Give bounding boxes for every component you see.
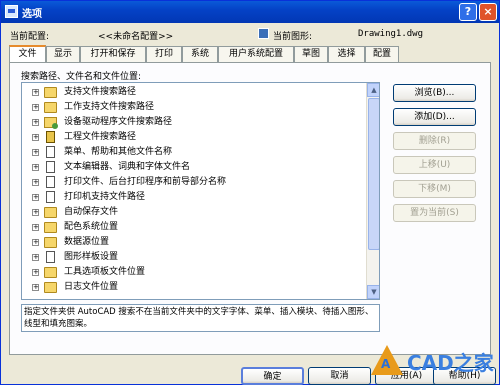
book-icon — [46, 131, 55, 143]
expand-icon[interactable]: + — [32, 104, 39, 111]
remove-button[interactable]: 删除(R) — [393, 132, 476, 150]
document-icon — [46, 191, 55, 203]
document-icon — [46, 251, 55, 263]
section-label: 搜索路径、文件名和文件位置: — [21, 72, 142, 82]
tree-item[interactable]: + 日志文件位置 — [22, 280, 367, 295]
scroll-down-icon[interactable]: ▼ — [367, 285, 379, 299]
expand-icon[interactable]: + — [32, 164, 39, 171]
tree-item[interactable]: + 菜单、帮助和其他文件名称 — [22, 145, 367, 160]
tree-item[interactable]: + 工程文件搜索路径 — [22, 130, 367, 145]
tab-drafting[interactable]: 草图 — [294, 46, 328, 62]
watermark-text: CAD之家 — [407, 351, 494, 375]
browse-button[interactable]: 浏览(B)... — [393, 84, 476, 102]
expand-icon[interactable]: + — [32, 284, 39, 291]
folder-icon — [44, 282, 57, 293]
expand-icon[interactable]: + — [32, 239, 39, 246]
tree-item[interactable]: + 支持文件搜索路径 — [22, 85, 367, 100]
folder-icon — [44, 237, 57, 248]
expand-icon[interactable]: + — [32, 89, 39, 96]
folder-icon — [44, 267, 57, 278]
title-bar[interactable]: 选项 ? × — [1, 1, 499, 23]
current-drawing-value: Drawing1.dwg — [358, 29, 424, 39]
add-button[interactable]: 添加(D)... — [393, 108, 476, 126]
document-icon — [46, 161, 55, 173]
tab-selection[interactable]: 选择 — [328, 46, 365, 62]
help-title-button[interactable]: ? — [459, 3, 477, 21]
tree-item[interactable]: + 文本编辑器、词典和字体文件名 — [22, 160, 367, 175]
current-drawing-label: 当前图形: — [273, 32, 313, 42]
tree-item[interactable]: + 设备驱动程序文件搜索路径 — [22, 115, 367, 130]
tree-item[interactable]: + 打印文件、后台打印程序和前导部分名称 — [22, 175, 367, 190]
tab-open-save[interactable]: 打开和保存 — [80, 46, 146, 62]
expand-icon[interactable]: + — [32, 149, 39, 156]
current-profile-value: <<未命名配置>> — [98, 32, 174, 42]
tree-item[interactable]: + 自动保存文件 — [22, 205, 367, 220]
tab-system[interactable]: 系统 — [182, 46, 218, 62]
folder-icon — [44, 207, 57, 218]
close-button[interactable]: × — [479, 3, 497, 21]
expand-icon[interactable]: + — [32, 179, 39, 186]
options-dialog: 选项 ? × 当前配置: <<未命名配置>> 当前图形: Drawing1.dw… — [0, 0, 500, 385]
expand-icon[interactable]: + — [32, 119, 39, 126]
tree-item[interactable]: + 图形样板设置 — [22, 250, 367, 265]
move-down-button[interactable]: 下移(M) — [393, 180, 476, 198]
app-icon — [5, 5, 18, 18]
folder-icon — [44, 102, 57, 113]
set-current-button[interactable]: 置为当前(S) — [393, 204, 476, 222]
scroll-up-icon[interactable]: ▲ — [367, 83, 379, 97]
current-profile-label: 当前配置: — [10, 32, 50, 42]
window-title: 选项 — [22, 9, 42, 20]
tab-user-preferences[interactable]: 用户系统配置 — [218, 46, 294, 62]
scroll-thumb[interactable] — [368, 98, 379, 250]
tree-item[interactable]: + 配色系统位置 — [22, 220, 367, 235]
tab-display[interactable]: 显示 — [46, 46, 80, 62]
move-up-button[interactable]: 上移(U) — [393, 156, 476, 174]
expand-icon[interactable]: + — [32, 134, 39, 141]
tree-item[interactable]: + 工具选项板文件位置 — [22, 265, 367, 280]
path-tree[interactable]: + 支持文件搜索路径 + 工作支持文件搜索路径 + 设备驱动程序文件搜索路径 + 工程文… — [21, 82, 380, 300]
expand-icon[interactable]: + — [32, 224, 39, 231]
folder-icon — [44, 222, 57, 233]
tab-plot[interactable]: 打印 — [146, 46, 182, 62]
tree-item[interactable]: + 工作支持文件搜索路径 — [22, 100, 367, 115]
description-box: 指定文件夹供 AutoCAD 搜索不在当前文件夹中的文字字体、菜单、插入模块、待… — [21, 304, 380, 332]
folder-gear-icon — [44, 117, 58, 129]
document-icon — [46, 176, 55, 188]
expand-icon[interactable]: + — [32, 194, 39, 201]
ok-button[interactable]: 确定 — [241, 367, 304, 385]
tab-profiles[interactable]: 配置 — [365, 46, 399, 62]
watermark-logo: A CAD之家 — [361, 343, 499, 383]
folder-icon — [44, 87, 57, 98]
expand-icon[interactable]: + — [32, 209, 39, 216]
document-icon — [46, 146, 55, 158]
tree-item[interactable]: + 数据源位置 — [22, 235, 367, 250]
expand-icon[interactable]: + — [32, 269, 39, 276]
expand-icon[interactable]: + — [32, 254, 39, 261]
drawing-icon — [258, 28, 269, 39]
vertical-scrollbar[interactable]: ▲ ▼ — [366, 83, 379, 299]
tab-files[interactable]: 文件 — [9, 45, 46, 63]
tree-item[interactable]: + 打印机支持文件路径 — [22, 190, 367, 205]
